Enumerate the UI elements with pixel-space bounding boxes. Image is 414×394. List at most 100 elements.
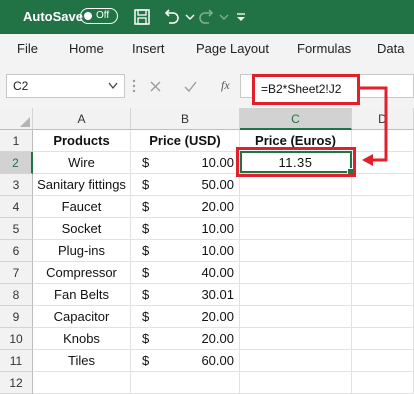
cell-a11[interactable]: Tiles (33, 350, 131, 372)
row-header-1[interactable]: 1 (0, 130, 33, 152)
select-all-triangle-icon (20, 117, 30, 127)
cell-b11[interactable]: $60.00 (131, 350, 240, 372)
column-header-b[interactable]: B (131, 108, 240, 130)
cell-c5[interactable] (240, 218, 352, 240)
cell-a7[interactable]: Compressor (33, 262, 131, 284)
cell-b6[interactable]: $10.00 (131, 240, 240, 262)
autosave-label: AutoSave (23, 9, 83, 24)
cell-a10[interactable]: Knobs (33, 328, 131, 350)
cell-c3[interactable] (240, 174, 352, 196)
currency-symbol: $ (142, 265, 150, 280)
column-header-d[interactable]: D (352, 108, 414, 130)
row-header-6[interactable]: 6 (0, 240, 33, 262)
customize-toolbar-icon[interactable] (231, 7, 251, 27)
toggle-knob (84, 11, 92, 20)
undo-icon[interactable] (161, 7, 181, 27)
cell-c9[interactable] (240, 306, 352, 328)
cell-d3[interactable] (352, 174, 414, 196)
currency-symbol: $ (142, 199, 150, 214)
cell-c7[interactable] (240, 262, 352, 284)
tab-home[interactable]: Home (69, 41, 104, 56)
cell-c10[interactable] (240, 328, 352, 350)
tab-page-layout[interactable]: Page Layout (196, 41, 269, 56)
autosave-state: Off (96, 10, 110, 21)
cell-a9[interactable]: Capacitor (33, 306, 131, 328)
cell-d2[interactable] (352, 152, 414, 174)
cell-d5[interactable] (352, 218, 414, 240)
cell-highlight-box (236, 147, 356, 177)
cell-a1[interactable]: Products (33, 130, 131, 152)
tab-insert[interactable]: Insert (132, 41, 165, 56)
row-header-5[interactable]: 5 (0, 218, 33, 240)
cell-d9[interactable] (352, 306, 414, 328)
cell-d1[interactable] (352, 130, 414, 152)
cell-d12[interactable] (352, 372, 414, 394)
cell-c4[interactable] (240, 196, 352, 218)
cell-a12[interactable] (33, 372, 131, 394)
cell-d11[interactable] (352, 350, 414, 372)
ribbon-tabs: File Home Insert Page Layout Formulas Da… (0, 34, 414, 65)
cell-c8[interactable] (240, 284, 352, 306)
cell-b7[interactable]: $40.00 (131, 262, 240, 284)
cell-a4[interactable]: Faucet (33, 196, 131, 218)
price-value: 20.00 (201, 199, 234, 214)
cell-d7[interactable] (352, 262, 414, 284)
price-value: 20.00 (201, 309, 234, 324)
row-header-11[interactable]: 11 (0, 350, 33, 372)
insert-function-icon[interactable]: fx (221, 78, 230, 93)
currency-symbol: $ (142, 287, 150, 302)
cell-d6[interactable] (352, 240, 414, 262)
cell-c12[interactable] (240, 372, 352, 394)
formula-bar-grip-icon (132, 79, 136, 93)
currency-symbol: $ (142, 243, 150, 258)
currency-symbol: $ (142, 221, 150, 236)
tab-data[interactable]: Data (377, 41, 404, 56)
row-header-2[interactable]: 2 (0, 152, 33, 174)
column-header-c[interactable]: C (240, 108, 352, 130)
formula-highlight[interactable]: =B2*Sheet2!J2 (252, 74, 360, 105)
cell-c6[interactable] (240, 240, 352, 262)
currency-symbol: $ (142, 155, 150, 170)
cell-c11[interactable] (240, 350, 352, 372)
price-value: 20.00 (201, 331, 234, 346)
save-icon[interactable] (132, 7, 152, 27)
row-header-3[interactable]: 3 (0, 174, 33, 196)
price-value: 10.00 (201, 221, 234, 236)
cancel-icon[interactable] (150, 81, 161, 92)
cell-a5[interactable]: Socket (33, 218, 131, 240)
row-header-9[interactable]: 9 (0, 306, 33, 328)
cell-b9[interactable]: $20.00 (131, 306, 240, 328)
price-value: 50.00 (201, 177, 234, 192)
currency-symbol: $ (142, 309, 150, 324)
cell-b4[interactable]: $20.00 (131, 196, 240, 218)
enter-check-icon[interactable] (184, 81, 197, 92)
cell-a8[interactable]: Fan Belts (33, 284, 131, 306)
cell-a2[interactable]: Wire (33, 152, 131, 174)
cell-d4[interactable] (352, 196, 414, 218)
cell-a6[interactable]: Plug-ins (33, 240, 131, 262)
tab-file[interactable]: File (17, 41, 38, 56)
name-box-dropdown-icon[interactable] (108, 82, 118, 90)
cell-b10[interactable]: $20.00 (131, 328, 240, 350)
row-header-8[interactable]: 8 (0, 284, 33, 306)
tab-formulas[interactable]: Formulas (297, 41, 351, 56)
row-header-4[interactable]: 4 (0, 196, 33, 218)
cell-d8[interactable] (352, 284, 414, 306)
price-value: 60.00 (201, 353, 234, 368)
cell-b3[interactable]: $50.00 (131, 174, 240, 196)
cell-b1[interactable]: Price (USD) (131, 130, 240, 152)
row-header-7[interactable]: 7 (0, 262, 33, 284)
cell-b5[interactable]: $10.00 (131, 218, 240, 240)
column-header-a[interactable]: A (33, 108, 131, 130)
currency-symbol: $ (142, 353, 150, 368)
cell-b8[interactable]: $30.01 (131, 284, 240, 306)
autosave-toggle[interactable]: Off (80, 8, 118, 24)
cell-b2[interactable]: $10.00 (131, 152, 240, 174)
row-header-12[interactable]: 12 (0, 372, 33, 394)
row-header-10[interactable]: 10 (0, 328, 33, 350)
title-bar: AutoSave Off (0, 0, 414, 34)
cell-a3[interactable]: Sanitary fittings (33, 174, 131, 196)
select-all-corner[interactable] (0, 108, 33, 130)
cell-d10[interactable] (352, 328, 414, 350)
cell-b12[interactable] (131, 372, 240, 394)
